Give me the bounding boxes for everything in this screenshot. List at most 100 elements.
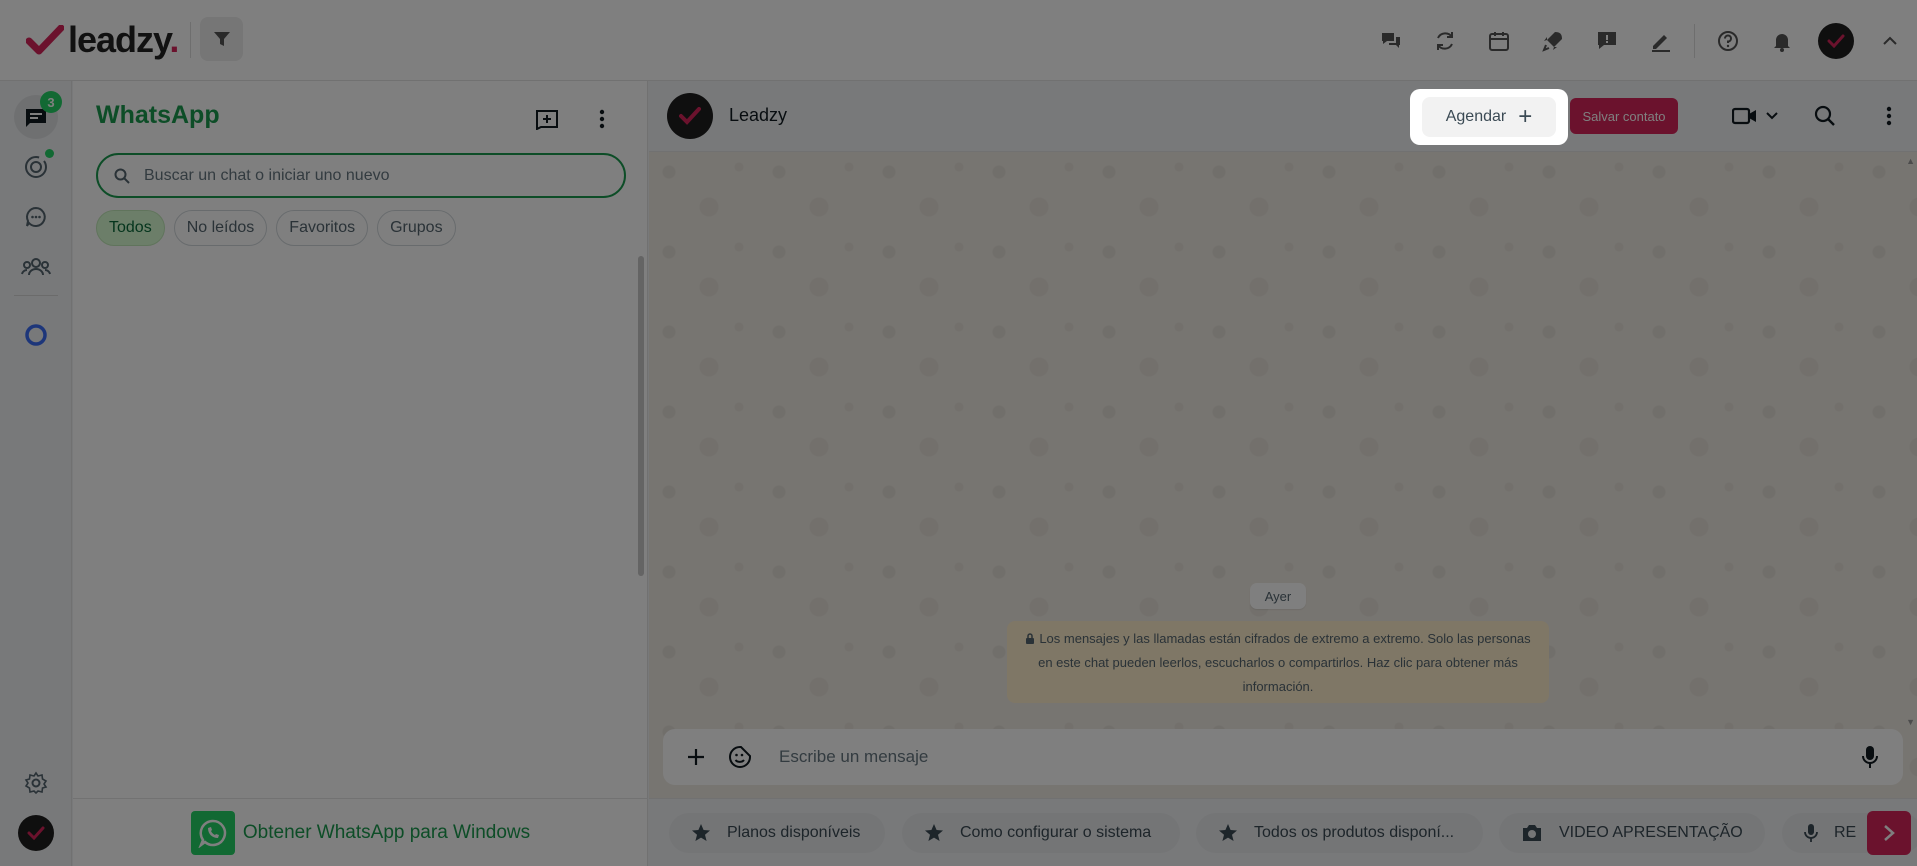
- check-logo-icon: [26, 25, 64, 55]
- gear-icon: [24, 771, 48, 795]
- plus-icon: +: [1518, 103, 1533, 130]
- quick-reply-configurar[interactable]: Como configurar o sistema: [902, 813, 1180, 853]
- chats-badge: 3: [40, 91, 62, 113]
- help-icon: [1718, 30, 1738, 51]
- sticker-icon: [729, 746, 751, 768]
- search-messages-button[interactable]: [1807, 98, 1843, 134]
- scroll-up-arrow[interactable]: ▲: [1906, 156, 1915, 166]
- whatsapp-logo-icon: [190, 810, 235, 855]
- pen-icon: [1652, 34, 1670, 52]
- contact-avatar[interactable]: [667, 93, 713, 139]
- profile-avatar: [18, 815, 54, 851]
- video-camera-icon: [1732, 107, 1756, 125]
- search-input[interactable]: [144, 166, 584, 185]
- message-alert-icon: [1598, 31, 1616, 49]
- quick-replies-bar: Planos disponíveis Como configurar o sis…: [649, 798, 1917, 866]
- bell-icon: [1774, 33, 1790, 52]
- check-icon: [679, 107, 701, 125]
- more-vertical-icon: [1886, 106, 1892, 126]
- more-vertical-icon: [599, 109, 605, 129]
- agendar-label: Agendar: [1445, 108, 1507, 125]
- calendar-button[interactable]: [1472, 21, 1526, 61]
- chevron-down-icon: [1766, 112, 1778, 120]
- save-contact-button[interactable]: Salvar contato: [1570, 98, 1678, 134]
- camera-icon: [1523, 825, 1541, 841]
- video-call-button[interactable]: [1729, 98, 1783, 134]
- status-dot: [45, 149, 54, 158]
- quick-reply-planos[interactable]: Planos disponíveis: [669, 813, 885, 853]
- chat-bubbles-button[interactable]: [1364, 21, 1418, 61]
- search-icon: [114, 168, 130, 184]
- new-chat-icon: [536, 110, 558, 130]
- profile-button[interactable]: [1809, 21, 1863, 61]
- encryption-notice[interactable]: Los mensajes y las llamadas están cifrad…: [1007, 621, 1549, 703]
- rail-status[interactable]: [14, 145, 58, 189]
- rail-meta-ai[interactable]: [14, 313, 58, 357]
- help-button[interactable]: [1701, 21, 1755, 61]
- new-chat-button[interactable]: [529, 101, 565, 137]
- contact-name[interactable]: Leadzy: [729, 105, 787, 126]
- lock-icon: [1026, 633, 1035, 644]
- leadzy-logo[interactable]: leadzy.: [26, 19, 179, 60]
- chevron-right-icon: [1884, 825, 1895, 841]
- conversation-menu-button[interactable]: [1871, 98, 1907, 134]
- search-box[interactable]: [96, 153, 626, 198]
- get-windows-app-link[interactable]: Obtener WhatsApp para Windows: [73, 798, 648, 866]
- conversation-panel: Leadzy Salvar contato ▲ ▼ Ayer Los mensa…: [649, 81, 1917, 866]
- filter-no-leidos[interactable]: No leídos: [173, 210, 268, 246]
- communities-icon: [21, 258, 51, 276]
- top-divider: [1694, 23, 1695, 58]
- rail-settings[interactable]: [14, 761, 58, 805]
- agendar-button[interactable]: Agendar +: [1422, 97, 1556, 137]
- chat-list-scrollbar[interactable]: [638, 256, 644, 576]
- conversation-header: Leadzy Salvar contato: [649, 81, 1917, 152]
- day-separator: Ayer: [1250, 583, 1306, 609]
- scroll-down-arrow[interactable]: ▼: [1906, 717, 1915, 727]
- mic-icon: [1862, 746, 1878, 768]
- avatar: [1818, 22, 1854, 59]
- attach-button[interactable]: [679, 740, 713, 774]
- calendar-icon: [1489, 31, 1509, 51]
- chat-bubbles-icon: [1382, 32, 1400, 48]
- rail-chats[interactable]: 3: [14, 91, 62, 139]
- star-icon: [692, 824, 710, 841]
- filter-chips: Todos No leídos Favoritos Grupos: [96, 210, 456, 246]
- rocket-button[interactable]: [1526, 21, 1580, 61]
- filter-grupos[interactable]: Grupos: [377, 210, 456, 246]
- logo-divider: [190, 22, 191, 58]
- chevron-up-icon: [1883, 36, 1897, 45]
- message-alert-button[interactable]: [1580, 21, 1634, 61]
- sticker-button[interactable]: [723, 740, 757, 774]
- filter-button[interactable]: [200, 17, 243, 61]
- voice-message-button[interactable]: [1853, 740, 1887, 774]
- message-input[interactable]: [779, 747, 1853, 767]
- top-icons: [1364, 0, 1917, 81]
- top-bar: leadzy.: [0, 0, 1917, 81]
- check-icon: [1827, 34, 1845, 48]
- collapse-button[interactable]: [1863, 21, 1917, 61]
- left-rail: 3: [0, 81, 72, 866]
- rocket-icon: [1542, 31, 1562, 52]
- meta-ai-icon: [25, 324, 47, 346]
- filter-todos[interactable]: Todos: [96, 210, 165, 246]
- chat-list-menu-button[interactable]: [584, 101, 620, 137]
- edit-button[interactable]: [1634, 21, 1688, 61]
- quick-reply-produtos[interactable]: Todos os produtos disponí...: [1196, 813, 1483, 853]
- quick-replies-next-button[interactable]: [1867, 811, 1911, 855]
- plus-icon: [688, 749, 704, 765]
- star-icon: [1219, 824, 1237, 841]
- rail-divider: [14, 295, 58, 296]
- rail-communities[interactable]: [14, 245, 58, 289]
- mic-icon: [1804, 824, 1818, 842]
- check-icon: [27, 826, 45, 840]
- rail-channels[interactable]: [14, 195, 58, 239]
- message-composer: [663, 729, 1903, 785]
- rail-profile[interactable]: [14, 811, 58, 855]
- notifications-button[interactable]: [1755, 21, 1809, 61]
- get-windows-app-text: Obtener WhatsApp para Windows: [242, 821, 531, 843]
- filter-favoritos[interactable]: Favoritos: [276, 210, 369, 246]
- channels-icon: [26, 206, 46, 227]
- sync-button[interactable]: [1418, 21, 1472, 61]
- quick-reply-video[interactable]: VIDEO APRESENTAÇÃO: [1499, 813, 1765, 853]
- logo-text: leadzy.: [68, 19, 179, 60]
